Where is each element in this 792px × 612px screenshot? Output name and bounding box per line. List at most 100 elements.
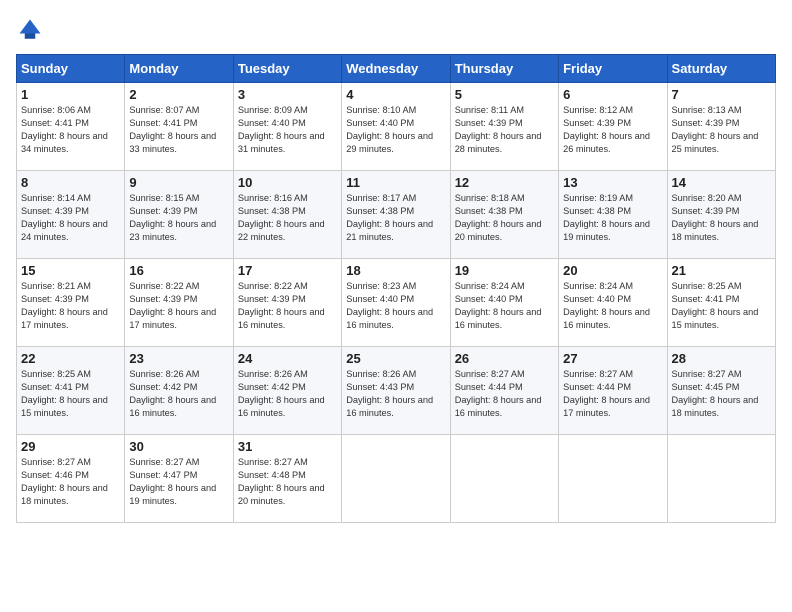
day-header-tuesday: Tuesday <box>233 55 341 83</box>
cell-info: Sunrise: 8:18 AMSunset: 4:38 PMDaylight:… <box>455 193 542 242</box>
day-number: 12 <box>455 175 554 190</box>
calendar-cell: 19 Sunrise: 8:24 AMSunset: 4:40 PMDayligh… <box>450 259 558 347</box>
calendar-cell: 29 Sunrise: 8:27 AMSunset: 4:46 PMDayligh… <box>17 435 125 523</box>
calendar-cell: 9 Sunrise: 8:15 AMSunset: 4:39 PMDaylight… <box>125 171 233 259</box>
calendar-cell <box>450 435 558 523</box>
logo <box>16 16 48 44</box>
day-number: 24 <box>238 351 337 366</box>
calendar-cell: 30 Sunrise: 8:27 AMSunset: 4:47 PMDayligh… <box>125 435 233 523</box>
cell-info: Sunrise: 8:24 AMSunset: 4:40 PMDaylight:… <box>455 281 542 330</box>
cell-info: Sunrise: 8:09 AMSunset: 4:40 PMDaylight:… <box>238 105 325 154</box>
cell-info: Sunrise: 8:23 AMSunset: 4:40 PMDaylight:… <box>346 281 433 330</box>
cell-info: Sunrise: 8:14 AMSunset: 4:39 PMDaylight:… <box>21 193 108 242</box>
cell-info: Sunrise: 8:07 AMSunset: 4:41 PMDaylight:… <box>129 105 216 154</box>
calendar-cell: 28 Sunrise: 8:27 AMSunset: 4:45 PMDayligh… <box>667 347 775 435</box>
calendar-cell: 10 Sunrise: 8:16 AMSunset: 4:38 PMDayligh… <box>233 171 341 259</box>
calendar-cell: 25 Sunrise: 8:26 AMSunset: 4:43 PMDayligh… <box>342 347 450 435</box>
calendar-cell: 22 Sunrise: 8:25 AMSunset: 4:41 PMDayligh… <box>17 347 125 435</box>
cell-info: Sunrise: 8:11 AMSunset: 4:39 PMDaylight:… <box>455 105 542 154</box>
day-number: 29 <box>21 439 120 454</box>
day-number: 8 <box>21 175 120 190</box>
day-number: 9 <box>129 175 228 190</box>
day-number: 30 <box>129 439 228 454</box>
page-header <box>16 16 776 44</box>
cell-info: Sunrise: 8:16 AMSunset: 4:38 PMDaylight:… <box>238 193 325 242</box>
calendar-cell: 17 Sunrise: 8:22 AMSunset: 4:39 PMDayligh… <box>233 259 341 347</box>
cell-info: Sunrise: 8:15 AMSunset: 4:39 PMDaylight:… <box>129 193 216 242</box>
calendar-cell <box>667 435 775 523</box>
cell-info: Sunrise: 8:27 AMSunset: 4:45 PMDaylight:… <box>672 369 759 418</box>
day-number: 22 <box>21 351 120 366</box>
cell-info: Sunrise: 8:10 AMSunset: 4:40 PMDaylight:… <box>346 105 433 154</box>
cell-info: Sunrise: 8:27 AMSunset: 4:48 PMDaylight:… <box>238 457 325 506</box>
day-number: 27 <box>563 351 662 366</box>
calendar-cell: 6 Sunrise: 8:12 AMSunset: 4:39 PMDaylight… <box>559 83 667 171</box>
cell-info: Sunrise: 8:20 AMSunset: 4:39 PMDaylight:… <box>672 193 759 242</box>
day-header-monday: Monday <box>125 55 233 83</box>
day-number: 10 <box>238 175 337 190</box>
cell-info: Sunrise: 8:27 AMSunset: 4:44 PMDaylight:… <box>455 369 542 418</box>
cell-info: Sunrise: 8:27 AMSunset: 4:46 PMDaylight:… <box>21 457 108 506</box>
cell-info: Sunrise: 8:25 AMSunset: 4:41 PMDaylight:… <box>672 281 759 330</box>
cell-info: Sunrise: 8:06 AMSunset: 4:41 PMDaylight:… <box>21 105 108 154</box>
cell-info: Sunrise: 8:26 AMSunset: 4:42 PMDaylight:… <box>238 369 325 418</box>
calendar-cell: 24 Sunrise: 8:26 AMSunset: 4:42 PMDayligh… <box>233 347 341 435</box>
day-header-friday: Friday <box>559 55 667 83</box>
calendar-cell: 21 Sunrise: 8:25 AMSunset: 4:41 PMDayligh… <box>667 259 775 347</box>
cell-info: Sunrise: 8:19 AMSunset: 4:38 PMDaylight:… <box>563 193 650 242</box>
day-number: 13 <box>563 175 662 190</box>
cell-info: Sunrise: 8:25 AMSunset: 4:41 PMDaylight:… <box>21 369 108 418</box>
day-number: 6 <box>563 87 662 102</box>
logo-icon <box>16 16 44 44</box>
day-number: 16 <box>129 263 228 278</box>
day-header-thursday: Thursday <box>450 55 558 83</box>
day-number: 7 <box>672 87 771 102</box>
cell-info: Sunrise: 8:27 AMSunset: 4:44 PMDaylight:… <box>563 369 650 418</box>
calendar-cell: 13 Sunrise: 8:19 AMSunset: 4:38 PMDayligh… <box>559 171 667 259</box>
cell-info: Sunrise: 8:12 AMSunset: 4:39 PMDaylight:… <box>563 105 650 154</box>
day-header-wednesday: Wednesday <box>342 55 450 83</box>
day-number: 23 <box>129 351 228 366</box>
cell-info: Sunrise: 8:26 AMSunset: 4:42 PMDaylight:… <box>129 369 216 418</box>
calendar-cell <box>559 435 667 523</box>
calendar-table: SundayMondayTuesdayWednesdayThursdayFrid… <box>16 54 776 523</box>
calendar-cell: 14 Sunrise: 8:20 AMSunset: 4:39 PMDayligh… <box>667 171 775 259</box>
calendar-cell: 31 Sunrise: 8:27 AMSunset: 4:48 PMDayligh… <box>233 435 341 523</box>
calendar-cell: 20Sunrise: 8:24 AMSunset: 4:40 PMDayligh… <box>559 259 667 347</box>
day-number: 28 <box>672 351 771 366</box>
calendar-cell: 27 Sunrise: 8:27 AMSunset: 4:44 PMDayligh… <box>559 347 667 435</box>
day-number: 3 <box>238 87 337 102</box>
day-number: 18 <box>346 263 445 278</box>
day-number: 1 <box>21 87 120 102</box>
cell-info: Sunrise: 8:22 AMSunset: 4:39 PMDaylight:… <box>129 281 216 330</box>
cell-info: Sunrise: 8:27 AMSunset: 4:47 PMDaylight:… <box>129 457 216 506</box>
day-number: 26 <box>455 351 554 366</box>
calendar-cell: 8 Sunrise: 8:14 AMSunset: 4:39 PMDaylight… <box>17 171 125 259</box>
calendar-cell: 23 Sunrise: 8:26 AMSunset: 4:42 PMDayligh… <box>125 347 233 435</box>
calendar-cell: 12 Sunrise: 8:18 AMSunset: 4:38 PMDayligh… <box>450 171 558 259</box>
day-header-saturday: Saturday <box>667 55 775 83</box>
calendar-cell: 5Sunrise: 8:11 AMSunset: 4:39 PMDaylight… <box>450 83 558 171</box>
calendar-cell: 7 Sunrise: 8:13 AMSunset: 4:39 PMDaylight… <box>667 83 775 171</box>
calendar-cell: 16 Sunrise: 8:22 AMSunset: 4:39 PMDayligh… <box>125 259 233 347</box>
calendar-cell: 11Sunrise: 8:17 AMSunset: 4:38 PMDayligh… <box>342 171 450 259</box>
cell-info: Sunrise: 8:17 AMSunset: 4:38 PMDaylight:… <box>346 193 433 242</box>
calendar-cell: 18 Sunrise: 8:23 AMSunset: 4:40 PMDayligh… <box>342 259 450 347</box>
cell-info: Sunrise: 8:13 AMSunset: 4:39 PMDaylight:… <box>672 105 759 154</box>
calendar-cell: 1 Sunrise: 8:06 AMSunset: 4:41 PMDaylight… <box>17 83 125 171</box>
day-number: 31 <box>238 439 337 454</box>
day-number: 19 <box>455 263 554 278</box>
day-number: 17 <box>238 263 337 278</box>
cell-info: Sunrise: 8:24 AMSunset: 4:40 PMDaylight:… <box>563 281 650 330</box>
day-number: 21 <box>672 263 771 278</box>
calendar-cell: 3 Sunrise: 8:09 AMSunset: 4:40 PMDaylight… <box>233 83 341 171</box>
calendar-cell: 15Sunrise: 8:21 AMSunset: 4:39 PMDayligh… <box>17 259 125 347</box>
day-header-sunday: Sunday <box>17 55 125 83</box>
cell-info: Sunrise: 8:26 AMSunset: 4:43 PMDaylight:… <box>346 369 433 418</box>
day-number: 25 <box>346 351 445 366</box>
day-number: 14 <box>672 175 771 190</box>
cell-info: Sunrise: 8:21 AMSunset: 4:39 PMDaylight:… <box>21 281 108 330</box>
calendar-cell: 2 Sunrise: 8:07 AMSunset: 4:41 PMDaylight… <box>125 83 233 171</box>
cell-info: Sunrise: 8:22 AMSunset: 4:39 PMDaylight:… <box>238 281 325 330</box>
day-number: 2 <box>129 87 228 102</box>
